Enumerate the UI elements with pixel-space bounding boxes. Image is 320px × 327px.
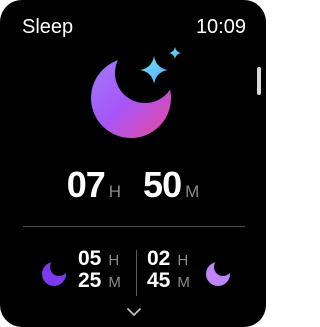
light-sleep-moon-icon bbox=[206, 262, 230, 286]
duration-hours: 07 bbox=[66, 164, 106, 205]
moon-stars-icon bbox=[91, 47, 181, 138]
duration-hours-unit: H bbox=[108, 182, 122, 201]
deep-sleep-minutes-unit: M bbox=[108, 274, 121, 291]
sleep-screen: Sleep 10:09 07 H 50 M 05 H 25 M 02 H 45 … bbox=[0, 0, 266, 327]
light-sleep-minutes: 45 bbox=[147, 269, 171, 292]
chevron-down-icon[interactable] bbox=[127, 308, 141, 316]
deep-sleep-hours: 05 bbox=[78, 247, 102, 270]
page-title: Sleep bbox=[22, 16, 74, 38]
deep-sleep-minutes: 25 bbox=[78, 269, 102, 292]
duration-minutes-unit: M bbox=[185, 182, 200, 201]
light-sleep-minutes-unit: M bbox=[177, 274, 190, 291]
deep-sleep-hours-unit: H bbox=[108, 252, 120, 269]
clock: 10:09 bbox=[195, 16, 246, 38]
deep-sleep-moon-icon bbox=[42, 262, 66, 286]
divider bbox=[23, 226, 245, 227]
deep-sleep-stage: 05 H 25 M bbox=[78, 248, 121, 292]
scrollbar[interactable] bbox=[257, 67, 261, 95]
duration-minutes: 50 bbox=[143, 164, 182, 205]
stage-separator bbox=[136, 250, 137, 296]
light-sleep-hours-unit: H bbox=[177, 252, 189, 269]
light-sleep-hours: 02 bbox=[147, 247, 171, 270]
sleep-duration: 07 H 50 M bbox=[0, 164, 266, 206]
light-sleep-stage: 02 H 45 M bbox=[147, 248, 190, 292]
